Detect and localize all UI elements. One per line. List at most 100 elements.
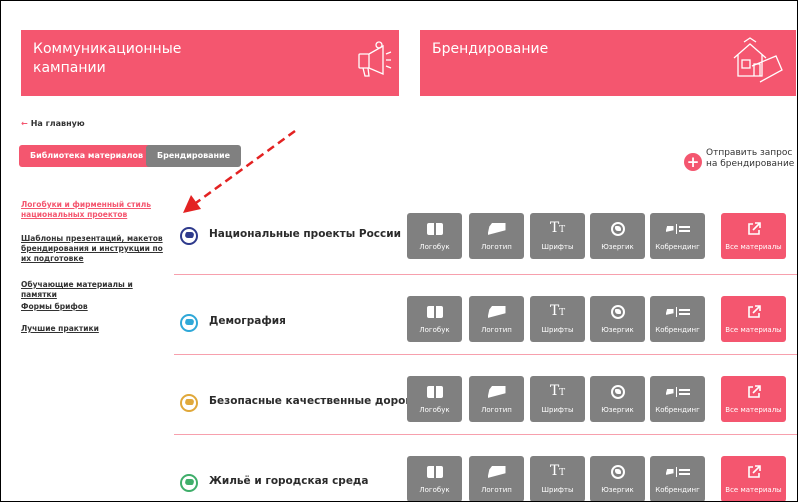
megaphone-icon [358,41,392,77]
usergeek-icon [590,383,645,401]
project-row: Демография Логобук Логотип TT Шрифты Юзергик К… [174,277,797,357]
font-icon: TT [549,463,566,479]
back-link-label: На главную [30,119,85,128]
project-logo-icon [180,314,198,332]
tile-label: Логотип [481,243,512,251]
usergeek-button[interactable]: Юзергик [590,213,645,259]
tile-label: Логобук [419,406,450,414]
tile-label: Все материалы [725,406,782,414]
logobook-button[interactable]: Логобук [407,376,462,422]
sidebar-item-templates[interactable]: Шаблоны презентаций, макетов брендирован… [21,234,171,264]
plus-icon: + [684,153,702,171]
tile-label: Кобрендинг [655,406,700,414]
logo-flag-icon [469,463,524,481]
book-icon [407,220,462,238]
all-materials-button[interactable]: Все материалы [721,456,786,501]
tile-label: Все материалы [725,326,782,334]
book-icon [407,303,462,321]
tile-label: Кобрендинг [655,486,700,494]
cobranding-button[interactable]: Кобрендинг [650,213,705,259]
logobook-button[interactable]: Логобук [407,456,462,501]
logo-button[interactable]: Логотип [469,456,524,501]
font-icon: TT [549,220,566,236]
cobranding-button[interactable]: Кобрендинг [650,376,705,422]
sidebar-item-training[interactable]: Обучающие материалы и памятки [21,280,171,300]
back-home-link[interactable]: ← На главную [21,119,85,128]
tile-label: Юзергик [601,486,634,494]
tile-label: Кобрендинг [655,243,700,251]
tab-library[interactable]: Библиотека материалов [19,145,155,167]
tile-label: Шрифты [541,406,574,414]
usergeek-button[interactable]: Юзергик [590,296,645,342]
font-icon: TT [549,383,566,399]
branding-request-button[interactable]: + Отправить запрос на брендирование [684,148,796,178]
hero-title: Брендирование [432,41,549,57]
tile-label: Логобук [419,486,450,494]
external-link-icon [721,463,786,481]
project-name: Безопасные качественные дороги [209,395,419,407]
book-icon [407,463,462,481]
fonts-button[interactable]: TT Шрифты [530,296,585,342]
usergeek-button[interactable]: Юзергик [590,376,645,422]
external-link-icon [721,303,786,321]
hero-title: Коммуникационные кампании [33,41,182,76]
tile-label: Все материалы [725,486,782,494]
logo-flag-icon [469,303,524,321]
logo-button[interactable]: Логотип [469,376,524,422]
project-row: Национальные проекты России Логобук Логоти… [174,197,797,277]
project-name: Жильё и городская среда [209,475,369,487]
tile-label: Логобук [419,243,450,251]
hero-branding[interactable]: Брендирование [420,30,796,96]
usergeek-icon [590,463,645,481]
tile-label: Юзергик [601,243,634,251]
all-materials-button[interactable]: Все материалы [721,376,786,422]
logobook-button[interactable]: Логобук [407,296,462,342]
fonts-button[interactable]: TT Шрифты [530,376,585,422]
tile-label: Логотип [481,406,512,414]
usergeek-button[interactable]: Юзергик [590,456,645,501]
cobranding-icon [650,463,705,481]
project-logo-icon [180,227,198,245]
project-name: Демография [209,315,286,327]
request-label: Отправить запрос на брендирование [706,148,795,169]
logo-flag-icon [469,383,524,401]
external-link-icon [721,220,786,238]
sidebar-item-practices[interactable]: Лучшие практики [21,324,171,334]
project-name: Национальные проекты России [209,228,401,240]
tile-label: Логобук [419,326,450,334]
tile-label: Юзергик [601,406,634,414]
cobranding-button[interactable]: Кобрендинг [650,456,705,501]
book-icon [407,383,462,401]
tile-label: Шрифты [541,326,574,334]
tile-label: Юзергик [601,326,634,334]
project-logo-icon [180,474,198,492]
logo-flag-icon [469,220,524,238]
fonts-button[interactable]: TT Шрифты [530,456,585,501]
logo-button[interactable]: Логотип [469,213,524,259]
all-materials-button[interactable]: Все материалы [721,213,786,259]
usergeek-icon [590,220,645,238]
tile-label: Все материалы [725,243,782,251]
project-logo-icon [180,394,198,412]
sidebar-item-logobooks[interactable]: Логобуки и фирменный стиль национальных … [21,200,171,220]
all-materials-button[interactable]: Все материалы [721,296,786,342]
back-arrow-icon: ← [21,119,28,128]
cobranding-button[interactable]: Кобрендинг [650,296,705,342]
tile-label: Шрифты [541,486,574,494]
cobranding-icon [650,383,705,401]
usergeek-icon [590,303,645,321]
project-row: Безопасные качественные дороги Логобук Лог… [174,357,797,437]
sidebar-item-briefs[interactable]: Формы брифов [21,302,171,312]
logo-button[interactable]: Логотип [469,296,524,342]
fonts-button[interactable]: TT Шрифты [530,213,585,259]
tile-label: Шрифты [541,243,574,251]
external-link-icon [721,383,786,401]
logobook-button[interactable]: Логобук [407,213,462,259]
project-row: Жильё и городская среда Логобук Логотип TT Ш… [174,437,797,501]
tile-label: Логотип [481,326,512,334]
cobranding-icon [650,303,705,321]
hero-campaigns[interactable]: Коммуникационные кампании [21,30,399,96]
page: Коммуникационные кампании Брендирование … [0,0,798,502]
cobranding-icon [650,220,705,238]
tile-label: Кобрендинг [655,326,700,334]
